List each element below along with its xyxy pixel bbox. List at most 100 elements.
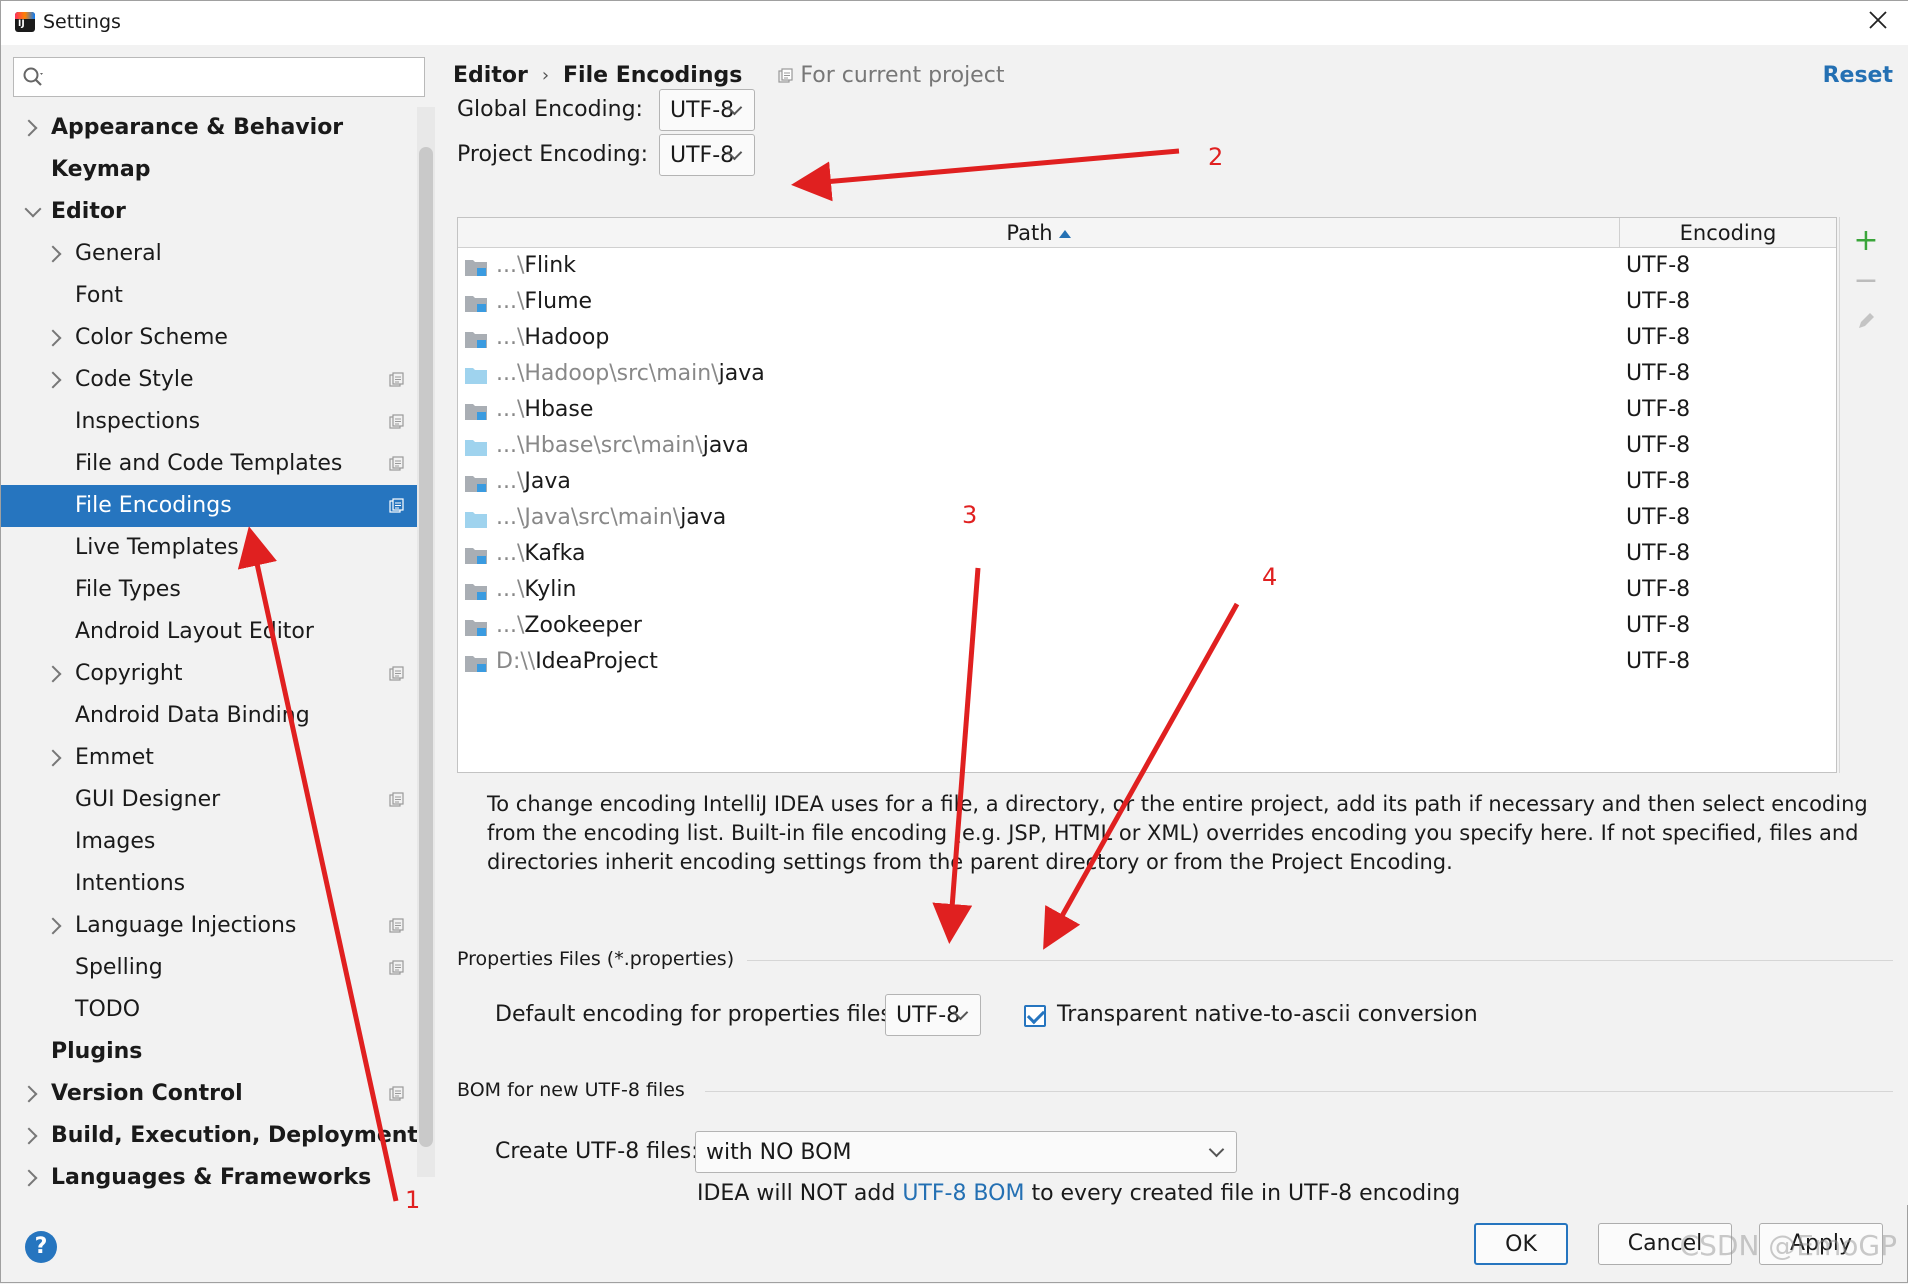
chevron-right-icon[interactable] [44, 917, 62, 935]
properties-encoding-select[interactable]: UTF-8 [885, 994, 981, 1036]
sidebar-item[interactable]: TODO [1, 989, 417, 1031]
project-encoding-value: UTF-8 [670, 142, 735, 168]
scope-label: For current project [800, 63, 1005, 88]
sidebar-item[interactable]: Copyright [1, 653, 417, 695]
sidebar-item[interactable]: File Types [1, 569, 417, 611]
sidebar-scrollbar[interactable] [417, 107, 435, 1177]
module-folder-icon [465, 260, 487, 276]
sidebar-item[interactable]: Version Control [1, 1073, 417, 1115]
annotation-number-2: 2 [1208, 143, 1224, 171]
pencil-icon [1859, 313, 1874, 328]
row-encoding[interactable]: UTF-8 [1626, 469, 1690, 494]
row-path: ...\Java\src\main\java [496, 505, 726, 530]
chevron-down-icon[interactable] [24, 200, 42, 218]
module-folder-icon [465, 296, 487, 312]
sidebar-item[interactable]: Inspections [1, 401, 417, 443]
table-row[interactable]: ...\Zookeeper UTF-8 [458, 609, 1836, 645]
annotation-number-4: 4 [1262, 563, 1278, 591]
table-row[interactable]: ...\Kafka UTF-8 [458, 537, 1836, 573]
sidebar-item[interactable]: Intentions [1, 863, 417, 905]
sidebar-item[interactable]: Android Data Binding [1, 695, 417, 737]
table-row[interactable]: ...\Flink UTF-8 [458, 249, 1836, 285]
project-encoding-select[interactable]: UTF-8 [659, 134, 755, 176]
sidebar-item[interactable]: Plugins [1, 1031, 417, 1073]
chevron-right-icon[interactable] [20, 1085, 38, 1103]
row-encoding[interactable]: UTF-8 [1626, 541, 1690, 566]
table-row[interactable]: ...\Kylin UTF-8 [458, 573, 1836, 609]
row-path: ...\Hbase\src\main\java [496, 433, 749, 458]
column-header-path[interactable]: Path [458, 218, 1620, 248]
remove-path-button[interactable]: − [1852, 266, 1880, 296]
sidebar-item-label: Android Data Binding [75, 703, 310, 728]
bom-select[interactable]: with NO BOM [695, 1131, 1237, 1173]
row-encoding[interactable]: UTF-8 [1626, 613, 1690, 638]
edit-path-button[interactable] [1852, 309, 1880, 337]
sidebar-item[interactable]: File and Code Templates [1, 443, 417, 485]
row-encoding[interactable]: UTF-8 [1626, 253, 1690, 278]
sidebar-item[interactable]: Images [1, 821, 417, 863]
row-path: ...\Java [496, 469, 571, 494]
search-input[interactable] [13, 57, 425, 97]
sidebar-item[interactable]: Appearance & Behavior [1, 107, 417, 149]
sidebar-item[interactable]: Languages & Frameworks [1, 1157, 417, 1199]
reset-link[interactable]: Reset [1823, 63, 1893, 88]
row-encoding[interactable]: UTF-8 [1626, 289, 1690, 314]
sidebar-item[interactable]: Code Style [1, 359, 417, 401]
sidebar-item[interactable]: Spelling [1, 947, 417, 989]
project-scope-icon [389, 498, 404, 513]
table-row[interactable]: ...\Hbase UTF-8 [458, 393, 1836, 429]
row-encoding[interactable]: UTF-8 [1626, 649, 1690, 674]
sidebar-item[interactable]: Android Layout Editor [1, 611, 417, 653]
watermark: CSDN @EmoGP [1679, 1229, 1897, 1262]
table-toolbar: + − [1839, 217, 1893, 773]
row-encoding[interactable]: UTF-8 [1626, 577, 1690, 602]
chevron-right-icon[interactable] [20, 119, 38, 137]
chevron-right-icon[interactable] [44, 329, 62, 347]
table-row[interactable]: ...\Hadoop UTF-8 [458, 321, 1836, 357]
sidebar-item[interactable]: Language Injections [1, 905, 417, 947]
sidebar-item[interactable]: Keymap [1, 149, 417, 191]
utf8-bom-link[interactable]: UTF-8 BOM [902, 1181, 1024, 1206]
table-row[interactable]: ...\Java\src\main\java UTF-8 [458, 501, 1836, 537]
table-row[interactable]: ...\Hbase\src\main\java UTF-8 [458, 429, 1836, 465]
chevron-right-icon[interactable] [44, 749, 62, 767]
chevron-down-icon [1208, 1141, 1225, 1158]
row-encoding[interactable]: UTF-8 [1626, 361, 1690, 386]
table-row[interactable]: D:\\IdeaProject UTF-8 [458, 645, 1836, 681]
chevron-right-icon[interactable] [44, 665, 62, 683]
global-encoding-select[interactable]: UTF-8 [659, 89, 755, 131]
sidebar-item[interactable]: Color Scheme [1, 317, 417, 359]
table-row[interactable]: ...\Java UTF-8 [458, 465, 1836, 501]
row-encoding[interactable]: UTF-8 [1626, 325, 1690, 350]
add-path-button[interactable]: + [1852, 226, 1880, 256]
close-button[interactable] [1865, 9, 1891, 35]
sidebar-item[interactable]: General [1, 233, 417, 275]
sidebar-item[interactable]: File Encodings [1, 485, 435, 527]
sidebar-scrollbar-thumb[interactable] [419, 147, 433, 1147]
row-path-name: Hbase [524, 397, 594, 422]
table-row[interactable]: ...\Flume UTF-8 [458, 285, 1836, 321]
table-row[interactable]: ...\Hadoop\src\main\java UTF-8 [458, 357, 1836, 393]
sidebar-item[interactable]: Live Templates [1, 527, 417, 569]
sidebar-item[interactable]: Font [1, 275, 417, 317]
help-button[interactable]: ? [25, 1231, 57, 1263]
row-encoding[interactable]: UTF-8 [1626, 397, 1690, 422]
ok-button[interactable]: OK [1474, 1223, 1568, 1265]
sidebar-item[interactable]: Editor [1, 191, 417, 233]
column-header-encoding[interactable]: Encoding [1620, 218, 1836, 248]
breadcrumb: Editor › File Encodings For current proj… [453, 63, 1004, 88]
chevron-right-icon[interactable] [20, 1127, 38, 1145]
row-encoding[interactable]: UTF-8 [1626, 433, 1690, 458]
sidebar-item[interactable]: Build, Execution, Deployment [1, 1115, 418, 1157]
chevron-right-icon[interactable] [44, 245, 62, 263]
row-path-prefix: ...\ [496, 397, 525, 422]
row-path: ...\Flink [496, 253, 576, 278]
transparent-conversion-checkbox[interactable] [1024, 1005, 1046, 1027]
row-encoding[interactable]: UTF-8 [1626, 505, 1690, 530]
sidebar-item-label: General [75, 241, 162, 266]
chevron-right-icon[interactable] [44, 371, 62, 389]
sidebar-item[interactable]: Emmet [1, 737, 417, 779]
sidebar-item[interactable]: GUI Designer [1, 779, 417, 821]
chevron-right-icon[interactable] [20, 1169, 38, 1187]
row-path: ...\Zookeeper [496, 613, 642, 638]
